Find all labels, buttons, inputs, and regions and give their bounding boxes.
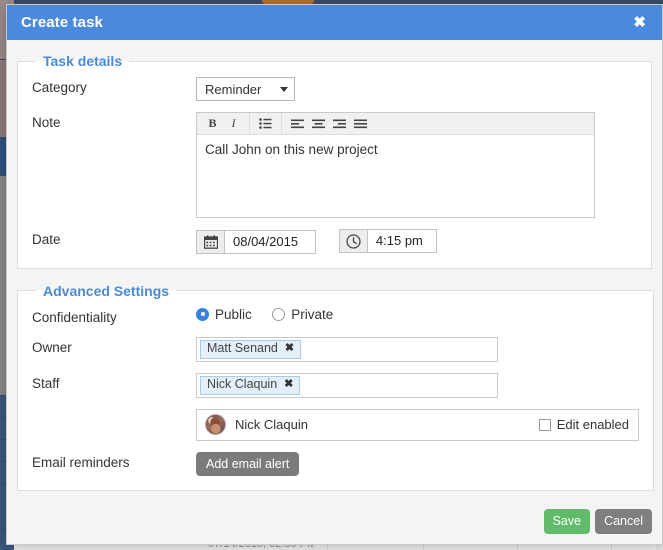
dialog-header: Create task ✖ xyxy=(7,5,662,40)
label-staff: Staff xyxy=(32,375,60,391)
toolbar-group-style: B I xyxy=(197,113,250,134)
note-editor-toolbar: B I xyxy=(197,113,594,135)
row-staff-permission: Nick Claquin Edit enabled xyxy=(32,408,639,441)
time-input[interactable]: 4:15 pm xyxy=(366,229,437,253)
field-note: B I Call John on this new project xyxy=(196,112,637,218)
date-input[interactable]: 08/04/2015 xyxy=(224,229,316,254)
radio-public-label: Public xyxy=(215,306,252,322)
row-email-reminders: Email reminders Add email alert xyxy=(32,451,639,476)
staff-permission-row: Nick Claquin Edit enabled xyxy=(196,408,639,441)
row-date: Date 08/04/2015 4:15 pm xyxy=(32,229,637,254)
note-editor: B I Call John on this new project xyxy=(196,112,595,218)
close-icon[interactable]: ✖ xyxy=(631,13,648,32)
edit-enabled-checkbox[interactable]: Edit enabled xyxy=(538,417,629,432)
radio-public[interactable]: Public xyxy=(196,307,252,322)
field-date: 08/04/2015 4:15 pm xyxy=(196,229,637,254)
row-category: Category Reminder xyxy=(32,77,637,101)
section-task-details-legend: Task details xyxy=(43,53,123,69)
clock-icon[interactable] xyxy=(338,229,367,253)
edit-enabled-label: Edit enabled xyxy=(556,417,629,432)
edit-enabled-checkbox-box xyxy=(538,418,551,431)
radio-private-indicator xyxy=(272,307,286,321)
dialog-title: Create task xyxy=(21,14,103,31)
field-staff: Nick Claquin ✖ xyxy=(196,372,639,398)
owner-token-remove-icon[interactable]: ✖ xyxy=(285,340,294,357)
field-category: Reminder xyxy=(196,77,637,101)
field-confidentiality: Public Private xyxy=(196,307,639,326)
owner-token[interactable]: Matt Senand ✖ xyxy=(200,339,302,359)
section-advanced-settings-legend: Advanced Settings xyxy=(43,282,170,299)
field-owner: Matt Senand ✖ xyxy=(196,336,639,362)
time-input-group: 4:15 pm xyxy=(338,229,437,253)
note-input[interactable]: Call John on this new project xyxy=(197,135,594,217)
label-email-reminders: Email reminders xyxy=(32,454,130,470)
label-note: Note xyxy=(32,115,61,130)
label-owner: Owner xyxy=(32,339,72,355)
section-task-details: Task details Category Reminder Note B I … xyxy=(17,53,652,269)
label-staff-permission-empty xyxy=(32,409,196,412)
align-right-icon[interactable] xyxy=(329,113,350,134)
staff-token-label: Nick Claquin xyxy=(207,377,278,391)
row-owner: Owner Matt Senand ✖ xyxy=(32,336,639,362)
staff-permission-name: Nick Claquin xyxy=(235,417,308,432)
category-select[interactable]: Reminder xyxy=(196,77,295,101)
staff-token-input[interactable]: Nick Claquin ✖ xyxy=(196,372,498,398)
align-center-icon[interactable] xyxy=(308,113,329,134)
bold-icon[interactable]: B xyxy=(202,113,223,134)
add-email-alert-button[interactable]: Add email alert xyxy=(196,451,300,476)
staff-token[interactable]: Nick Claquin ✖ xyxy=(200,375,301,395)
category-select-value: Reminder xyxy=(205,81,262,97)
field-staff-permission: Nick Claquin Edit enabled xyxy=(196,408,639,441)
radio-private-label: Private xyxy=(291,306,334,322)
create-task-dialog: Create task ✖ Task details Category Remi… xyxy=(6,4,663,545)
date-input-group: 08/04/2015 xyxy=(196,229,316,254)
dialog-body: Task details Category Reminder Note B I … xyxy=(7,40,662,498)
unordered-list-icon[interactable] xyxy=(255,113,276,134)
radio-private[interactable]: Private xyxy=(272,307,333,322)
align-left-icon[interactable] xyxy=(287,113,308,134)
toolbar-group-list xyxy=(250,113,282,134)
row-note: Note B I Call John on this new project xyxy=(32,112,637,218)
align-justify-icon[interactable] xyxy=(350,113,371,134)
owner-token-label: Matt Senand xyxy=(207,341,278,355)
toolbar-group-align xyxy=(282,113,376,134)
label-date: Date xyxy=(32,232,61,247)
row-staff: Staff Nick Claquin ✖ xyxy=(32,372,639,398)
save-button[interactable]: Save xyxy=(543,508,591,534)
field-email-reminders: Add email alert xyxy=(196,451,639,476)
radio-public-indicator xyxy=(196,307,209,321)
dialog-footer: Save Cancel xyxy=(7,498,662,544)
label-category: Category xyxy=(32,80,87,95)
avatar xyxy=(205,414,226,435)
section-advanced-settings: Advanced Settings Confidentiality Public… xyxy=(17,282,654,491)
staff-token-remove-icon[interactable]: ✖ xyxy=(284,376,293,393)
owner-token-input[interactable]: Matt Senand ✖ xyxy=(196,336,498,362)
calendar-icon[interactable] xyxy=(196,229,224,254)
chevron-down-icon xyxy=(280,86,288,92)
italic-icon[interactable]: I xyxy=(223,113,244,134)
cancel-button[interactable]: Cancel xyxy=(595,508,652,534)
label-confidentiality: Confidentiality xyxy=(32,309,117,325)
row-confidentiality: Confidentiality Public Private xyxy=(32,307,639,326)
